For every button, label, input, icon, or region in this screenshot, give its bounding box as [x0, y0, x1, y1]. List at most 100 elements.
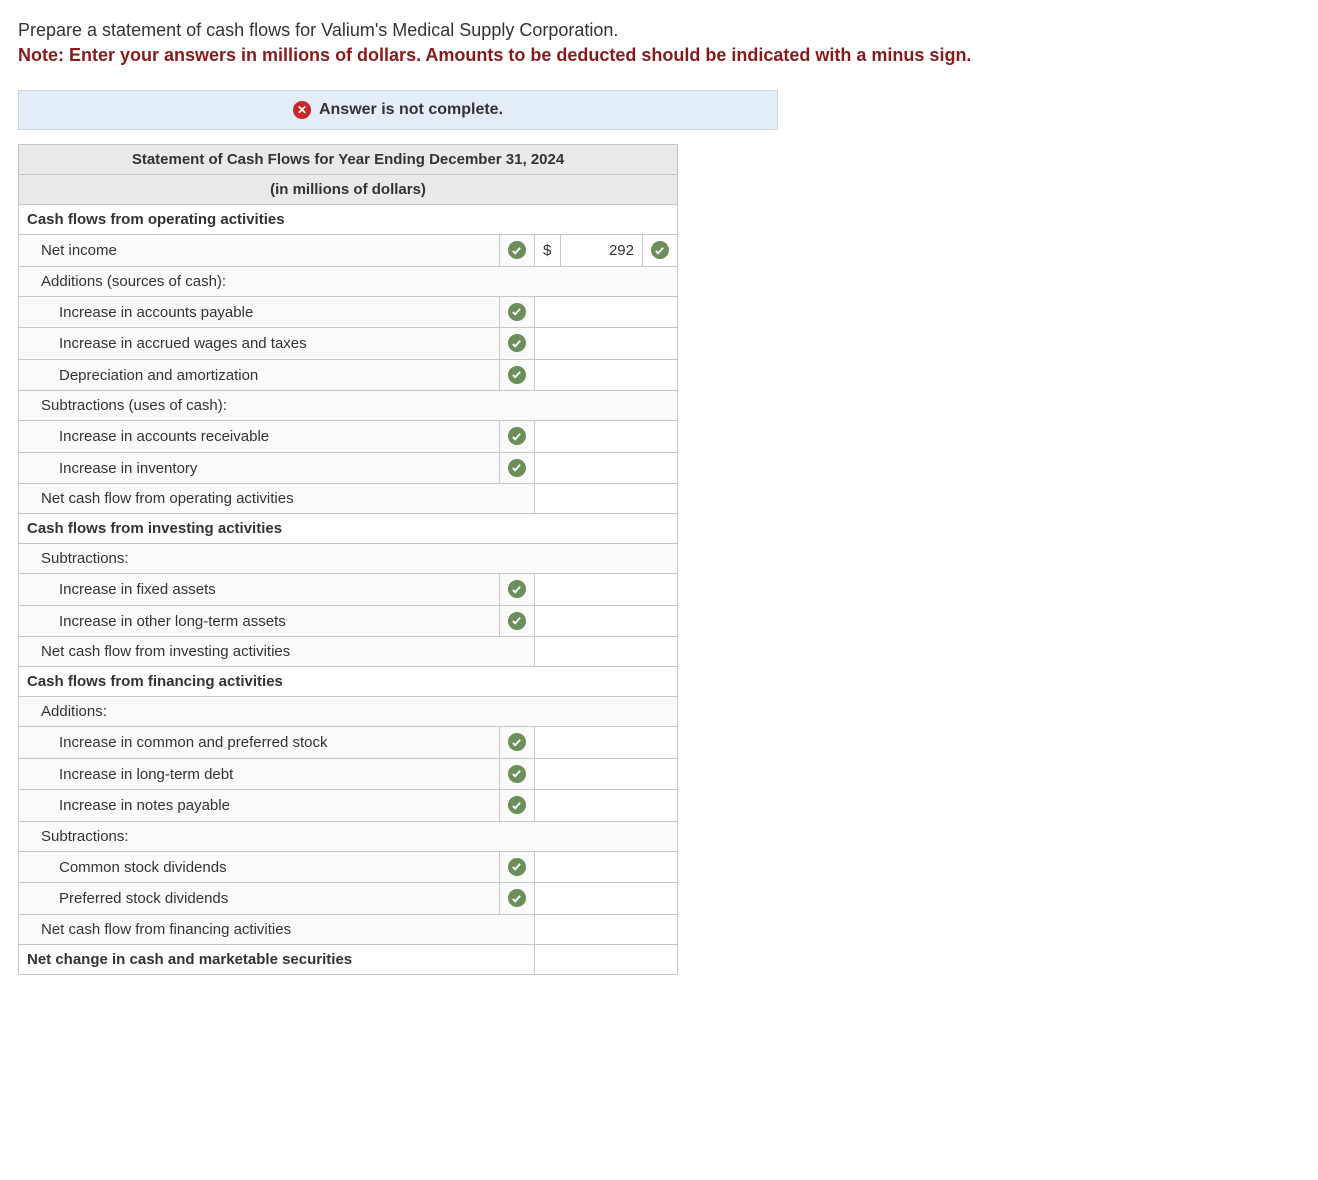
- value-check: [642, 235, 677, 267]
- table-row: Net income $ 292: [19, 235, 678, 267]
- label-check: [499, 727, 534, 759]
- table-row: Increase in notes payable: [19, 790, 678, 822]
- row-label[interactable]: Net income: [19, 235, 500, 267]
- value-input[interactable]: [560, 944, 677, 974]
- table-row: Increase in long-term debt: [19, 758, 678, 790]
- investing-header: Cash flows from investing activities: [19, 514, 678, 544]
- value-input[interactable]: [534, 296, 677, 328]
- check-icon: [508, 303, 526, 321]
- table-row: Net cash flow from investing activities: [19, 637, 678, 667]
- label-check: [499, 359, 534, 391]
- value-input[interactable]: [534, 790, 677, 822]
- table-row: Increase in accounts receivable: [19, 421, 678, 453]
- row-label[interactable]: Increase in common and preferred stock: [19, 727, 500, 759]
- table-row: Increase in accounts payable: [19, 296, 678, 328]
- row-label[interactable]: Increase in accounts payable: [19, 296, 500, 328]
- value-input[interactable]: [534, 605, 677, 637]
- statement-title: Statement of Cash Flows for Year Ending …: [19, 145, 678, 175]
- table-row: Increase in accrued wages and taxes: [19, 328, 678, 360]
- check-icon: [508, 459, 526, 477]
- subtractions-header: Subtractions (uses of cash):: [19, 391, 678, 421]
- answer-status-banner: ✕ Answer is not complete.: [18, 90, 778, 130]
- check-icon: [508, 241, 526, 259]
- value-input[interactable]: [534, 883, 677, 915]
- value-input[interactable]: [534, 727, 677, 759]
- instruction-note: Note: Enter your answers in millions of …: [18, 43, 1300, 68]
- check-icon: [651, 241, 669, 259]
- value-input[interactable]: [560, 637, 677, 667]
- value-input[interactable]: [534, 574, 677, 606]
- check-icon: [508, 366, 526, 384]
- cash-flow-statement-table: Statement of Cash Flows for Year Ending …: [18, 144, 678, 975]
- subtractions-header: Subtractions:: [19, 821, 678, 851]
- check-icon: [508, 733, 526, 751]
- check-icon: [508, 765, 526, 783]
- row-label[interactable]: Preferred stock dividends: [19, 883, 500, 915]
- check-icon: [508, 612, 526, 630]
- label-check: [499, 574, 534, 606]
- banner-text: Answer is not complete.: [319, 101, 503, 119]
- net-operating-label: Net cash flow from operating activities: [19, 484, 535, 514]
- row-label[interactable]: Increase in inventory: [19, 452, 500, 484]
- table-row: Common stock dividends: [19, 851, 678, 883]
- table-row: Net change in cash and marketable securi…: [19, 944, 678, 974]
- label-check: [499, 790, 534, 822]
- table-row: Increase in fixed assets: [19, 574, 678, 606]
- table-row: Increase in inventory: [19, 452, 678, 484]
- row-label[interactable]: Increase in accounts receivable: [19, 421, 500, 453]
- net-financing-label: Net cash flow from financing activities: [19, 914, 535, 944]
- row-label[interactable]: Increase in long-term debt: [19, 758, 500, 790]
- value-input[interactable]: [560, 484, 677, 514]
- instruction-line: Prepare a statement of cash flows for Va…: [18, 18, 1300, 43]
- table-row: Increase in other long-term assets: [19, 605, 678, 637]
- label-check: [499, 328, 534, 360]
- label-check: [499, 296, 534, 328]
- row-label[interactable]: Increase in notes payable: [19, 790, 500, 822]
- currency-cell: [534, 484, 560, 514]
- net-change-label: Net change in cash and marketable securi…: [19, 944, 535, 974]
- check-icon: [508, 334, 526, 352]
- value-input[interactable]: [534, 452, 677, 484]
- label-check: [499, 452, 534, 484]
- row-label[interactable]: Increase in fixed assets: [19, 574, 500, 606]
- check-icon: [508, 796, 526, 814]
- value-input[interactable]: [534, 359, 677, 391]
- operating-header: Cash flows from operating activities: [19, 205, 678, 235]
- instructions: Prepare a statement of cash flows for Va…: [18, 18, 1300, 68]
- label-check: [499, 421, 534, 453]
- currency-cell: [534, 914, 560, 944]
- additions-header: Additions:: [19, 697, 678, 727]
- table-row: Net cash flow from operating activities: [19, 484, 678, 514]
- table-row: Preferred stock dividends: [19, 883, 678, 915]
- check-icon: [508, 580, 526, 598]
- label-check: [499, 883, 534, 915]
- subtractions-header: Subtractions:: [19, 544, 678, 574]
- row-label[interactable]: Common stock dividends: [19, 851, 500, 883]
- check-icon: [508, 427, 526, 445]
- row-label[interactable]: Depreciation and amortization: [19, 359, 500, 391]
- net-investing-label: Net cash flow from investing activities: [19, 637, 535, 667]
- table-row: Depreciation and amortization: [19, 359, 678, 391]
- financing-header: Cash flows from financing activities: [19, 667, 678, 697]
- value-input[interactable]: [534, 758, 677, 790]
- additions-header: Additions (sources of cash):: [19, 266, 678, 296]
- currency-cell: [534, 637, 560, 667]
- value-input[interactable]: 292: [560, 235, 642, 267]
- row-label[interactable]: Increase in accrued wages and taxes: [19, 328, 500, 360]
- value-input[interactable]: [534, 328, 677, 360]
- check-icon: [508, 889, 526, 907]
- label-check: [499, 605, 534, 637]
- label-check: [499, 235, 534, 267]
- check-icon: [508, 858, 526, 876]
- statement-subtitle: (in millions of dollars): [19, 175, 678, 205]
- value-input[interactable]: [560, 914, 677, 944]
- label-check: [499, 758, 534, 790]
- currency-cell: $: [534, 235, 560, 267]
- value-input[interactable]: [534, 851, 677, 883]
- x-icon: ✕: [293, 101, 311, 119]
- label-check: [499, 851, 534, 883]
- table-row: Increase in common and preferred stock: [19, 727, 678, 759]
- table-row: Net cash flow from financing activities: [19, 914, 678, 944]
- value-input[interactable]: [534, 421, 677, 453]
- row-label[interactable]: Increase in other long-term assets: [19, 605, 500, 637]
